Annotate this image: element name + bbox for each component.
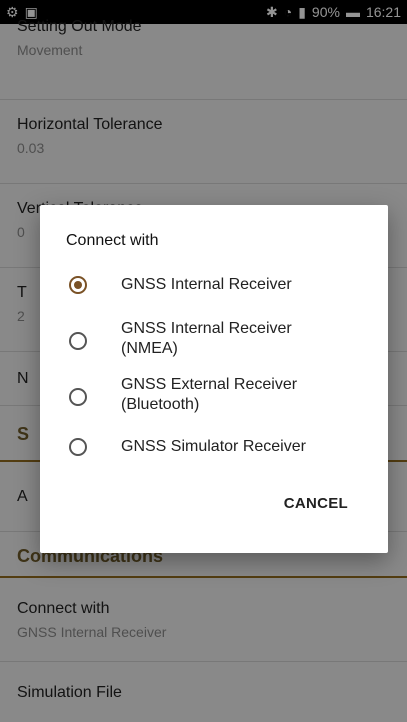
dialog-title: Connect with [66, 232, 159, 249]
radio-icon[interactable] [69, 388, 87, 406]
radio-selected-icon[interactable] [69, 276, 87, 294]
option-label: GNSS Internal Receiver [121, 276, 292, 293]
radio-icon[interactable] [69, 332, 87, 350]
option-gnss-external-bluetooth[interactable]: GNSS External Receiver (Bluetooth) [40, 369, 388, 417]
radio-icon[interactable] [69, 438, 87, 456]
option-label: GNSS External Receiver (Bluetooth) [121, 376, 298, 413]
option-gnss-internal[interactable]: GNSS Internal Receiver [40, 261, 388, 309]
option-gnss-simulator[interactable]: GNSS Simulator Receiver [40, 423, 388, 471]
option-gnss-internal-nmea[interactable]: GNSS Internal Receiver (NMEA) [40, 313, 388, 361]
connect-with-dialog: Connect with GNSS Internal Receiver GNSS… [40, 205, 388, 553]
option-label: GNSS Internal Receiver (NMEA) [121, 320, 292, 357]
option-label: GNSS Simulator Receiver [121, 438, 306, 455]
cancel-button[interactable]: CANCEL [284, 495, 348, 512]
